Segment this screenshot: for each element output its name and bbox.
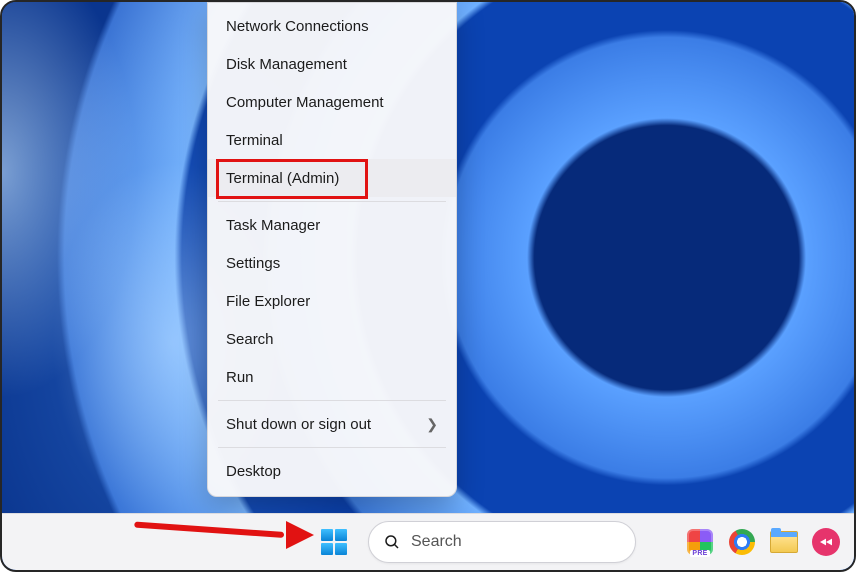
menu-item-settings[interactable]: Settings: [208, 244, 456, 282]
taskbar-file-explorer[interactable]: [768, 526, 800, 558]
desktop-screen: Network Connections Disk Management Comp…: [0, 0, 856, 572]
menu-item-label: Terminal: [226, 132, 283, 149]
menu-item-shutdown[interactable]: Shut down or sign out ❯: [208, 405, 456, 443]
menu-item-label: Disk Management: [226, 56, 347, 73]
menu-item-file-explorer[interactable]: File Explorer: [208, 282, 456, 320]
app-launcher-icon: [812, 528, 840, 556]
menu-item-terminal[interactable]: Terminal: [208, 121, 456, 159]
chevron-right-icon: ❯: [426, 416, 438, 433]
menu-item-label: Shut down or sign out: [226, 416, 371, 433]
taskbar-app[interactable]: [810, 526, 842, 558]
menu-item-label: Desktop: [226, 463, 281, 480]
start-button[interactable]: [314, 522, 354, 562]
menu-item-task-manager[interactable]: Task Manager: [208, 206, 456, 244]
menu-item-network-connections[interactable]: Network Connections: [208, 7, 456, 45]
menu-item-desktop[interactable]: Desktop: [208, 452, 456, 490]
chrome-icon: [729, 529, 755, 555]
menu-item-search[interactable]: Search: [208, 320, 456, 358]
menu-item-label: Computer Management: [226, 94, 384, 111]
menu-separator: [218, 447, 446, 448]
menu-item-label: Settings: [226, 255, 280, 272]
winx-context-menu: Network Connections Disk Management Comp…: [207, 2, 457, 497]
menu-item-label: Network Connections: [226, 18, 369, 35]
taskbar: Search PRE: [2, 513, 854, 570]
taskbar-chrome[interactable]: [726, 526, 758, 558]
menu-separator: [218, 201, 446, 202]
menu-item-disk-management[interactable]: Disk Management: [208, 45, 456, 83]
menu-item-label: Search: [226, 331, 274, 348]
menu-item-label: Terminal (Admin): [226, 170, 339, 187]
menu-item-label: Task Manager: [226, 217, 320, 234]
search-placeholder: Search: [411, 533, 462, 551]
menu-item-label: Run: [226, 369, 254, 386]
search-icon: [383, 533, 401, 551]
menu-item-label: File Explorer: [226, 293, 310, 310]
taskbar-search[interactable]: Search: [368, 521, 636, 563]
menu-item-run[interactable]: Run: [208, 358, 456, 396]
menu-item-computer-management[interactable]: Computer Management: [208, 83, 456, 121]
menu-separator: [218, 400, 446, 401]
taskbar-ms365[interactable]: PRE: [684, 526, 716, 558]
windows-logo-icon: [321, 529, 347, 555]
file-explorer-icon: [770, 531, 798, 553]
ms365-badge: PRE: [690, 550, 709, 557]
menu-item-terminal-admin[interactable]: Terminal (Admin): [208, 159, 456, 197]
